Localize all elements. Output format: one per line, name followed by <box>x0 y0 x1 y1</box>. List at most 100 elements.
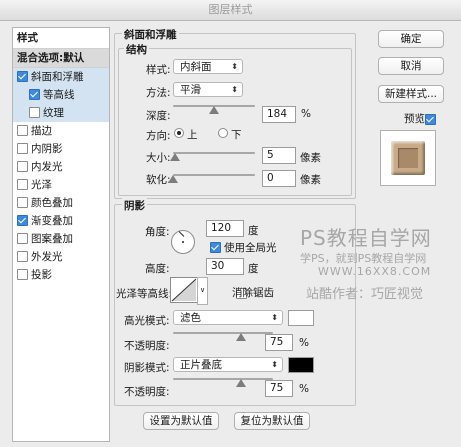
reset-default-button[interactable]: 复位为默认值 <box>234 412 310 430</box>
shadow-opacity-slider-knob[interactable] <box>235 379 246 387</box>
size-label: 大小: <box>146 152 171 164</box>
depth-label: 深度: <box>146 110 171 122</box>
soften-slider-knob[interactable] <box>168 175 178 183</box>
sidebar-item[interactable]: 外发光 <box>13 248 109 266</box>
direction-down-label: 下 <box>231 129 242 141</box>
ok-button[interactable]: 确定 <box>378 30 444 48</box>
sidebar-item-checkbox[interactable] <box>17 214 28 226</box>
soften-unit: 像素 <box>300 174 321 186</box>
watermark-line-1: PS教程自学网 <box>300 226 432 250</box>
sidebar-item-checkbox[interactable] <box>17 124 28 136</box>
sidebar-item-checkbox[interactable] <box>17 232 28 244</box>
highlight-mode-select[interactable]: 滤色 ⬍ <box>173 310 283 325</box>
depth-unit: % <box>301 108 311 120</box>
style-select[interactable]: 内斜面 ⬍ <box>173 59 243 74</box>
highlight-opacity-slider[interactable] <box>173 332 273 334</box>
shadow-opacity-input[interactable]: 75 <box>265 380 293 397</box>
sidebar-item[interactable]: 内发光 <box>13 158 109 176</box>
sidebar-item-label: 图案叠加 <box>31 233 73 245</box>
angle-dial-needle <box>178 231 185 237</box>
sidebar-item-label: 外发光 <box>31 251 63 263</box>
sidebar-item-label: 描边 <box>31 125 52 137</box>
depth-slider-knob[interactable] <box>209 106 220 114</box>
direction-down-radio[interactable] <box>218 128 228 138</box>
preview-label: 预览 <box>404 113 425 125</box>
highlight-mode-value: 滤色 <box>180 312 201 324</box>
size-unit: 像素 <box>300 152 321 164</box>
global-light-label: 使用全局光 <box>224 242 277 254</box>
shadow-color-swatch[interactable] <box>288 357 314 373</box>
highlight-opacity-label: 不透明度: <box>124 340 170 352</box>
sidebar-item-checkbox[interactable] <box>17 178 28 190</box>
shading-title: 阴影 <box>122 198 147 213</box>
method-label: 方法: <box>146 87 171 99</box>
window-title: 图层样式 <box>208 3 253 16</box>
method-value: 平滑 <box>180 84 201 96</box>
sidebar-item[interactable]: 投影 <box>13 266 109 284</box>
highlight-opacity-unit: % <box>299 337 309 349</box>
contour-dropdown-icon[interactable]: ∨ <box>197 277 208 305</box>
altitude-unit: 度 <box>248 263 259 275</box>
size-input[interactable]: 5 <box>262 147 296 164</box>
sidebar-item-label: 投影 <box>31 269 52 281</box>
sidebar-header: 样式 <box>13 28 109 49</box>
new-style-button[interactable]: 新建样式... <box>378 85 444 103</box>
sidebar-item[interactable]: 渐变叠加 <box>13 212 109 230</box>
angle-dial[interactable] <box>171 230 195 254</box>
shadow-opacity-unit: % <box>299 383 309 395</box>
sidebar-item[interactable]: 颜色叠加 <box>13 194 109 212</box>
preview-tile <box>391 141 425 175</box>
sidebar-item-checkbox[interactable] <box>17 70 28 82</box>
contour-curve-icon <box>171 278 197 302</box>
sidebar-item-label: 等高线 <box>43 89 75 101</box>
shadow-mode-select[interactable]: 正片叠底 ⬍ <box>173 357 283 372</box>
method-select[interactable]: 平滑 ⬍ <box>173 82 243 97</box>
sidebar-item-checkbox[interactable] <box>29 106 40 118</box>
global-light-checkbox[interactable] <box>210 241 221 253</box>
sidebar-item-label: 颜色叠加 <box>31 197 73 209</box>
highlight-mode-label: 高光模式: <box>124 315 170 327</box>
sidebar-item-checkbox[interactable] <box>17 268 28 280</box>
sidebar-item-label: 内发光 <box>31 161 63 173</box>
sidebar-item-label: 斜面和浮雕 <box>31 71 84 83</box>
style-sidebar: 样式 混合选项:默认斜面和浮雕等高线纹理描边内阴影内发光光泽颜色叠加渐变叠加图案… <box>12 27 110 442</box>
shadow-opacity-slider[interactable] <box>173 378 273 380</box>
soften-input[interactable]: 0 <box>262 170 296 187</box>
preview-checkbox[interactable] <box>424 113 436 125</box>
sidebar-item[interactable]: 纹理 <box>13 104 109 122</box>
cancel-button[interactable]: 取消 <box>378 57 444 75</box>
set-default-button[interactable]: 设置为默认值 <box>143 412 219 430</box>
preview-tile-inner <box>398 148 418 168</box>
sidebar-item-checkbox[interactable] <box>17 250 28 262</box>
sidebar-item-label: 光泽 <box>31 179 52 191</box>
sidebar-item-label: 混合选项:默认 <box>17 52 85 64</box>
sidebar-item-checkbox[interactable] <box>17 142 28 154</box>
sidebar-item-checkbox[interactable] <box>17 160 28 172</box>
shadow-mode-value: 正片叠底 <box>180 359 222 371</box>
size-slider[interactable] <box>173 152 255 154</box>
direction-label: 方向: <box>146 130 171 142</box>
sidebar-item-checkbox[interactable] <box>29 88 40 100</box>
size-slider-knob[interactable] <box>169 153 180 161</box>
angle-label: 角度: <box>145 226 170 238</box>
sidebar-item[interactable]: 光泽 <box>13 176 109 194</box>
angle-input[interactable]: 120 <box>206 220 244 237</box>
sidebar-item[interactable]: 图案叠加 <box>13 230 109 248</box>
direction-up-radio[interactable] <box>174 128 184 138</box>
sidebar-item-checkbox[interactable] <box>17 196 28 208</box>
highlight-color-swatch[interactable] <box>288 310 314 326</box>
soften-slider[interactable] <box>173 174 255 176</box>
highlight-opacity-input[interactable]: 75 <box>265 334 293 351</box>
sidebar-item[interactable]: 描边 <box>13 122 109 140</box>
gloss-contour-swatch[interactable] <box>170 277 198 303</box>
depth-input[interactable]: 184 <box>262 106 296 123</box>
direction-up-label: 上 <box>187 129 198 141</box>
watermark-line-3: WWW.16XX8.COM <box>318 265 432 278</box>
altitude-input[interactable]: 30 <box>206 258 244 275</box>
sidebar-item[interactable]: 等高线 <box>13 86 109 104</box>
sidebar-item[interactable]: 斜面和浮雕 <box>13 68 109 86</box>
sidebar-item[interactable]: 内阴影 <box>13 140 109 158</box>
sidebar-item[interactable]: 混合选项:默认 <box>13 49 109 68</box>
altitude-label: 高度: <box>145 263 170 275</box>
highlight-opacity-slider-knob[interactable] <box>235 333 246 341</box>
